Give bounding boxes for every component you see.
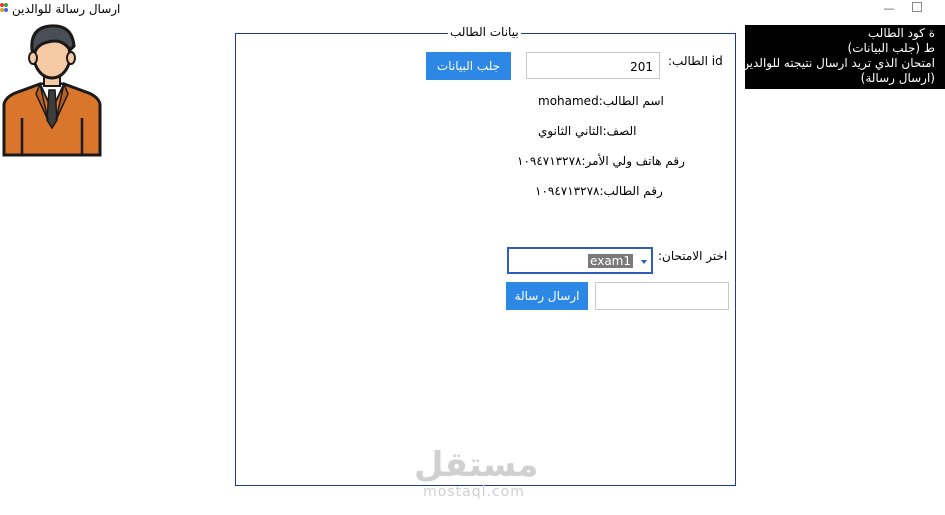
student-id-label: id الطالب: xyxy=(668,54,723,68)
instruction-line: امتحان الذي تريد ارسال نتيجته للوالدين xyxy=(745,56,935,70)
instructions-panel: ة كود الطالب ط (جلب البيانات) امتحان الذ… xyxy=(745,25,945,89)
parent-phone-label: رقم هاتف ولي الأمر:١٠٩٤٧١٣٢٧٨ xyxy=(517,154,685,168)
message-field[interactable] xyxy=(595,282,729,310)
exam-select[interactable]: exam1 xyxy=(507,247,653,274)
minimize-button[interactable]: — xyxy=(882,2,896,16)
student-id-value: 201 xyxy=(630,60,653,74)
send-message-button[interactable]: ارسال رسالة xyxy=(506,282,588,310)
group-title: بيانات الطالب xyxy=(448,25,521,39)
exam-label: اختر الامتحان: xyxy=(658,249,728,263)
fetch-data-button[interactable]: جلب البيانات xyxy=(426,52,511,80)
student-grade-label: الصف:الثاني الثانوي xyxy=(538,124,637,138)
student-id-field[interactable]: 201 xyxy=(526,52,660,79)
instruction-line: ط (جلب البيانات) xyxy=(847,41,935,55)
window-title: ارسال رسالة للوالدين xyxy=(12,2,121,16)
student-phone-label: رقم الطالب:١٠٩٤٧١٣٢٧٨ xyxy=(535,184,663,198)
instruction-line: (ارسال رسالة) xyxy=(860,71,935,85)
exam-selected-value: exam1 xyxy=(588,254,633,268)
student-name-label: اسم الطالب:mohamed xyxy=(538,94,664,108)
instruction-line: ة كود الطالب xyxy=(867,26,935,40)
student-avatar xyxy=(2,24,102,157)
maximize-icon xyxy=(912,2,922,12)
maximize-button[interactable] xyxy=(910,2,924,16)
app-icon xyxy=(0,3,8,12)
watermark-arabic: مستقل xyxy=(414,445,539,485)
chevron-down-icon[interactable] xyxy=(641,260,647,264)
watermark: مستقل mostaql.com xyxy=(414,445,539,500)
watermark-url: mostaql.com xyxy=(423,484,525,500)
title-bar: ارسال رسالة للوالدين — xyxy=(0,0,945,20)
